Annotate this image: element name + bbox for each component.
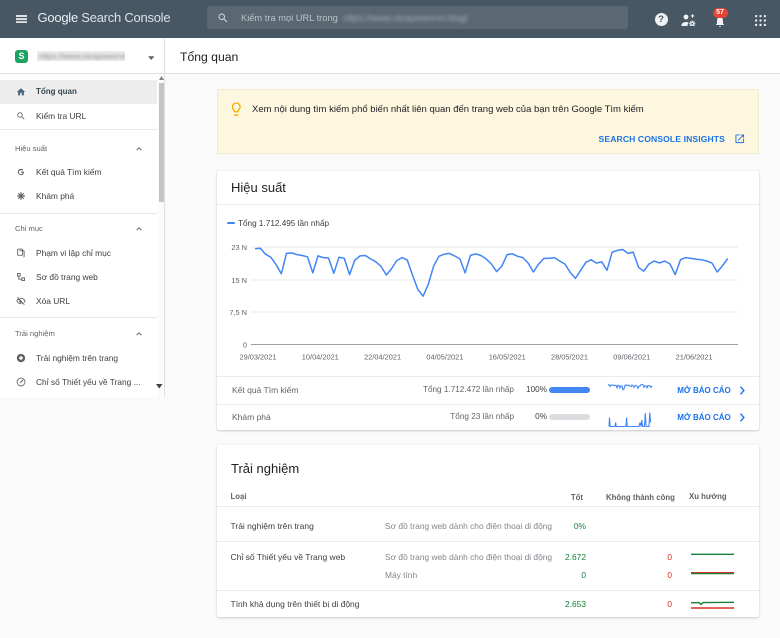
svg-text:22/04/2021: 22/04/2021 — [364, 353, 401, 362]
svg-text:21/06/2021: 21/06/2021 — [676, 353, 713, 362]
svg-text:29/03/2021: 29/03/2021 — [240, 353, 277, 362]
svg-text:7,5 N: 7,5 N — [229, 308, 247, 317]
svg-text:0: 0 — [243, 341, 247, 350]
svg-text:28/05/2021: 28/05/2021 — [551, 353, 588, 362]
svg-text:10/04/2021: 10/04/2021 — [302, 353, 339, 362]
svg-text:04/05/2021: 04/05/2021 — [426, 353, 463, 362]
svg-text:23 N: 23 N — [231, 243, 247, 252]
svg-text:09/06/2021: 09/06/2021 — [613, 353, 650, 362]
svg-text:15 N: 15 N — [231, 276, 247, 285]
svg-text:16/05/2021: 16/05/2021 — [489, 353, 526, 362]
